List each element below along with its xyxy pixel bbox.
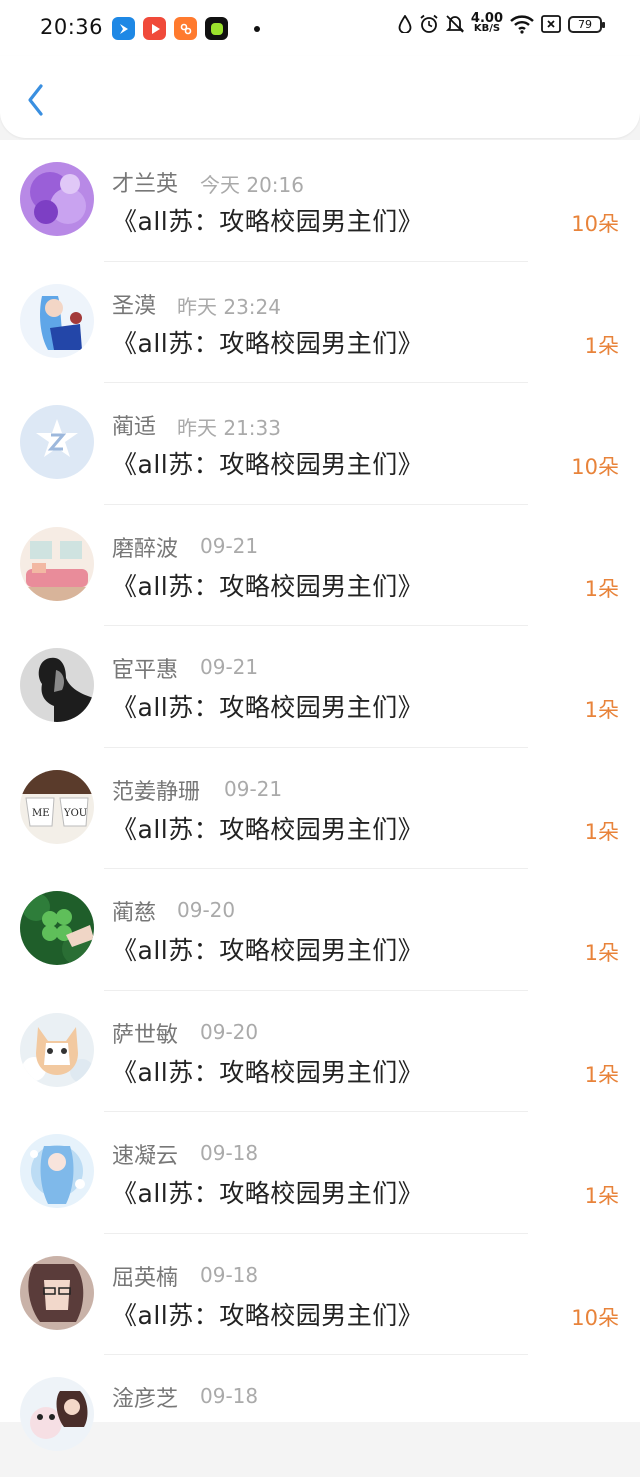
flower-count: 1朵 bbox=[584, 1184, 619, 1208]
app-red-play-icon bbox=[143, 17, 166, 40]
mug-label-right: YOU bbox=[63, 808, 87, 819]
flower-count: 10朵 bbox=[571, 212, 619, 236]
send-time: 09-21 bbox=[224, 776, 283, 801]
flower-count: 10朵 bbox=[571, 455, 619, 479]
book-title: 《all苏：攻略校园男主们》 bbox=[112, 450, 424, 479]
flower-count: 1朵 bbox=[584, 819, 619, 844]
send-time: 09-21 bbox=[200, 533, 259, 558]
book-title: 《all苏：攻略校园男主们》 bbox=[112, 207, 424, 236]
avatar[interactable] bbox=[20, 283, 94, 358]
battery-icon: 79 bbox=[568, 15, 605, 33]
list-item[interactable]: 蔺适 昨天 21:33 《all苏：攻略校园男主们》 10朵 bbox=[0, 383, 640, 505]
sender-name: 淦彦芝 bbox=[112, 1387, 179, 1412]
wifi-icon bbox=[510, 15, 534, 34]
book-title: 《all苏：攻略校园男主们》 bbox=[112, 328, 424, 358]
book-title: 《all苏：攻略校园男主们》 bbox=[112, 814, 424, 844]
sender-name: 范姜静珊 bbox=[112, 779, 201, 805]
mug-label-left: ME bbox=[32, 808, 50, 819]
sender-name: 圣漠 bbox=[112, 293, 157, 319]
sender-name: 蔺适 bbox=[112, 415, 157, 440]
net-speed-unit: KB/S bbox=[473, 23, 501, 34]
book-title: 《all苏：攻略校园男主们》 bbox=[112, 1179, 424, 1208]
list-item[interactable]: 圣漠 昨天 23:24 《all苏：攻略校园男主们》 1朵 bbox=[0, 262, 640, 383]
chevron-left-icon bbox=[28, 84, 43, 116]
avatar[interactable] bbox=[20, 1134, 94, 1208]
avatar[interactable] bbox=[20, 162, 94, 236]
list-item[interactable]: ME YOU 范姜静珊 09-21 《all苏：攻略校园男主们》 1朵 bbox=[0, 748, 640, 869]
avatar[interactable] bbox=[20, 405, 94, 479]
flower-count: 1朵 bbox=[584, 576, 619, 601]
flower-count: 1朵 bbox=[584, 333, 619, 358]
status-app-icons bbox=[112, 17, 260, 40]
sender-name: 萨世敏 bbox=[112, 1022, 179, 1048]
flower-count: 1朵 bbox=[584, 698, 619, 722]
sender-name: 磨醉波 bbox=[112, 536, 179, 562]
avatar[interactable] bbox=[20, 1012, 94, 1087]
status-time: 20:36 bbox=[40, 15, 104, 39]
book-title: 《all苏：攻略校园男主们》 bbox=[112, 936, 424, 965]
sender-name: 蔺慈 bbox=[112, 901, 157, 926]
list-item[interactable]: 蔺慈 09-20 《all苏：攻略校园男主们》 1朵 bbox=[0, 869, 640, 991]
avatar[interactable] bbox=[20, 648, 94, 722]
book-title: 《all苏：攻略校园男主们》 bbox=[112, 1300, 424, 1330]
book-title: 《all苏：攻略校园男主们》 bbox=[112, 1057, 424, 1087]
flower-count: 10朵 bbox=[571, 1305, 619, 1330]
list-item[interactable]: 屈英楠 09-18 《all苏：攻略校园男主们》 10朵 bbox=[0, 1234, 640, 1355]
avatar[interactable] bbox=[20, 526, 94, 601]
flower-count: 1朵 bbox=[584, 941, 619, 965]
sender-name: 才兰英 bbox=[112, 172, 179, 197]
send-time: 09-20 bbox=[177, 898, 236, 922]
sender-name: 速凝云 bbox=[112, 1144, 179, 1169]
send-time: 昨天 23:24 bbox=[177, 294, 281, 319]
send-time: 09-18 bbox=[200, 1384, 259, 1408]
send-time: 09-18 bbox=[200, 1262, 259, 1287]
avatar[interactable] bbox=[20, 1255, 94, 1330]
flower-count: 1朵 bbox=[584, 1062, 619, 1087]
status-right-icons: 4.00 KB/S 79 bbox=[398, 12, 605, 34]
water-drop-icon bbox=[398, 15, 412, 33]
status-bar: 20:36 4.00 KB/S 79 bbox=[0, 0, 640, 56]
avatar[interactable] bbox=[20, 1377, 94, 1451]
send-time: 昨天 21:33 bbox=[177, 416, 281, 440]
app-blue-icon bbox=[112, 17, 135, 40]
send-time: 今天 20:16 bbox=[200, 173, 304, 197]
avatar[interactable] bbox=[20, 891, 94, 965]
mute-icon bbox=[445, 15, 464, 33]
send-time: 09-21 bbox=[200, 655, 259, 679]
app-green-icon bbox=[205, 17, 228, 40]
top-nav-bar bbox=[0, 56, 640, 138]
notification-dot bbox=[254, 25, 260, 32]
list-item[interactable]: 萨世敏 09-20 《all苏：攻略校园男主们》 1朵 bbox=[0, 991, 640, 1112]
list-item[interactable]: 淦彦芝 09-18 bbox=[0, 1355, 640, 1477]
app-orange-icon bbox=[174, 17, 197, 40]
gift-record-list: 才兰英 今天 20:16 《all苏：攻略校园男主们》 10朵 圣漠 昨天 23… bbox=[0, 140, 640, 1451]
net-speed: 4.00 KB/S bbox=[471, 12, 503, 34]
sender-name: 宦平惠 bbox=[112, 658, 179, 683]
sim-x-icon bbox=[541, 15, 561, 33]
avatar[interactable]: ME YOU bbox=[20, 769, 94, 844]
alarm-icon bbox=[420, 14, 438, 33]
book-title: 《all苏：攻略校园男主们》 bbox=[112, 693, 424, 722]
back-button[interactable] bbox=[22, 82, 52, 118]
sender-name: 屈英楠 bbox=[112, 1265, 179, 1291]
list-item[interactable]: 才兰英 今天 20:16 《all苏：攻略校园男主们》 10朵 bbox=[0, 140, 640, 262]
list-item[interactable]: 速凝云 09-18 《all苏：攻略校园男主们》 1朵 bbox=[0, 1112, 640, 1234]
list-item[interactable]: 宦平惠 09-21 《all苏：攻略校园男主们》 1朵 bbox=[0, 626, 640, 748]
send-time: 09-20 bbox=[200, 1019, 259, 1044]
send-time: 09-18 bbox=[200, 1141, 259, 1165]
list-item[interactable]: 磨醉波 09-21 《all苏：攻略校园男主们》 1朵 bbox=[0, 505, 640, 626]
book-title: 《all苏：攻略校园男主们》 bbox=[112, 571, 424, 601]
